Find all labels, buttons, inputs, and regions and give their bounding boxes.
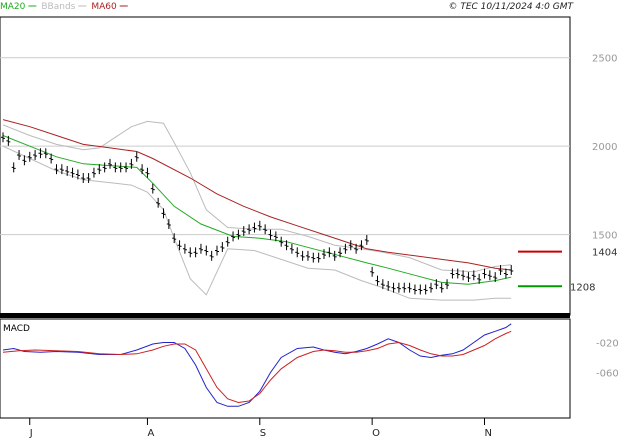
legend: MA20 BBands MA60 bbox=[0, 2, 128, 12]
x-tick-label: J bbox=[29, 428, 33, 439]
price-level-label: 1208 bbox=[570, 282, 595, 293]
copyright-text: © TEC 10/11/2024 4:0 GMT bbox=[448, 2, 574, 12]
panel-divider bbox=[0, 313, 570, 318]
x-tick-label: A bbox=[147, 428, 154, 439]
macd-y-tick-label: -020 bbox=[596, 339, 619, 350]
x-axis: JASON bbox=[29, 418, 492, 439]
macd-y-axis-labels: -020 -060 bbox=[596, 339, 619, 380]
legend-label: MA60 bbox=[91, 2, 117, 12]
y-tick-label: 2000 bbox=[592, 142, 617, 153]
legend-label: MA20 bbox=[0, 2, 26, 12]
y-tick-label: 1500 bbox=[592, 231, 617, 242]
legend-label: BBands bbox=[41, 2, 75, 12]
y-tick-label: 2500 bbox=[592, 54, 617, 65]
price-level-label: 1404 bbox=[592, 248, 617, 259]
x-tick-label: O bbox=[372, 428, 380, 439]
y-axis-labels: 2500 2000 1500 bbox=[592, 54, 617, 242]
stock-chart: MA20 BBands MA60 © TEC 10/11/2024 4:0 GMT … bbox=[0, 2, 619, 439]
x-tick-label: N bbox=[485, 428, 492, 439]
x-tick-label: S bbox=[260, 428, 266, 439]
macd-title: MACD bbox=[3, 324, 30, 334]
macd-panel-frame bbox=[0, 318, 571, 419]
macd-y-tick-label: -060 bbox=[596, 369, 619, 380]
